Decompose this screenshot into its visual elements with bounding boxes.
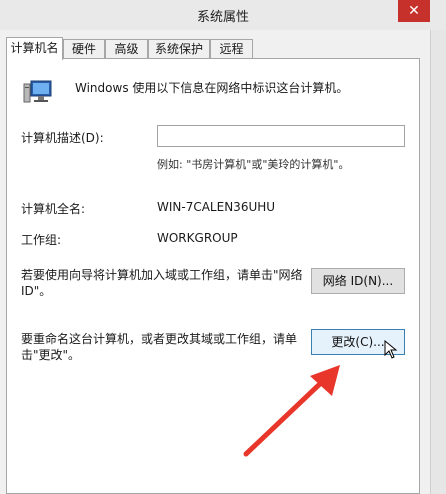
close-button[interactable]: ✕ xyxy=(398,0,430,22)
intro-text: Windows 使用以下信息在网络中标识这台计算机。 xyxy=(75,81,349,95)
network-id-button[interactable]: 网络 ID(N)... xyxy=(311,268,405,294)
tab-advanced[interactable]: 高级 xyxy=(105,39,148,58)
workgroup-value: WORKGROUP xyxy=(157,231,238,245)
network-id-text: 若要使用向导将计算机加入域或工作组，请单击"网络 ID"。 xyxy=(21,268,303,298)
window-title: 系统属性 xyxy=(196,10,249,25)
description-example: 例如: "书房计算机"或"美玲的计算机"。 xyxy=(157,158,350,171)
tab-remote[interactable]: 远程 xyxy=(210,39,253,58)
fullname-label: 计算机全名: xyxy=(21,202,86,216)
tab-hardware[interactable]: 硬件 xyxy=(63,39,105,58)
computer-name-panel: Windows 使用以下信息在网络中标识这台计算机。 计算机描述(D): 例如:… xyxy=(6,58,420,494)
tab-system-protection[interactable]: 系统保护 xyxy=(148,39,210,58)
rename-text: 要重命名这台计算机，或者更改其域或工作组，请单击"更改"。 xyxy=(21,332,298,362)
description-input[interactable] xyxy=(157,125,405,147)
computer-icon xyxy=(23,80,52,103)
fullname-value: WIN-7CALEN36UHU xyxy=(157,200,276,214)
mouse-cursor-icon xyxy=(384,340,398,359)
red-arrow-annotation xyxy=(243,365,340,457)
description-label: 计算机描述(D): xyxy=(21,131,104,145)
background-window-edge xyxy=(430,30,446,494)
tab-computer-name[interactable]: 计算机名 xyxy=(6,37,63,60)
workgroup-label: 工作组: xyxy=(21,233,62,247)
title-bar: 系统属性 ✕ xyxy=(0,0,446,30)
